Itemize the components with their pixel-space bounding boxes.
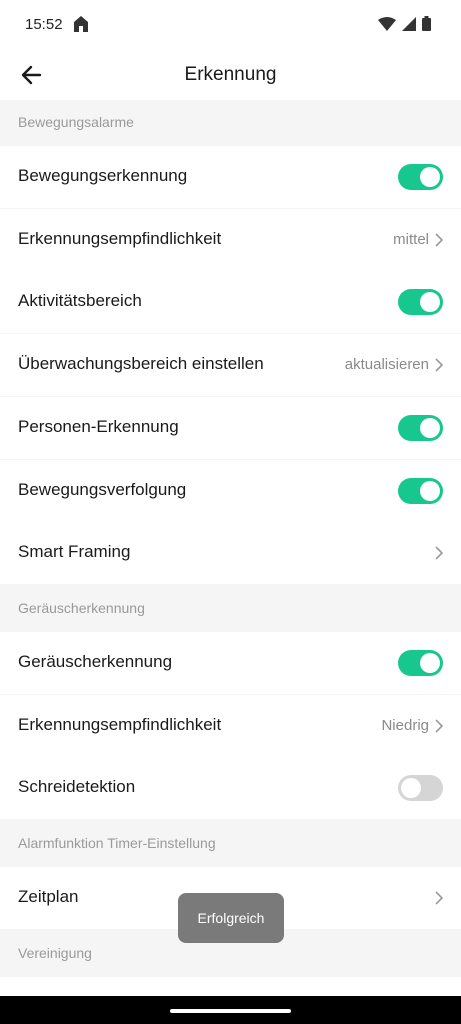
- toggle-switch[interactable]: [398, 164, 443, 190]
- status-icons: [378, 16, 431, 36]
- section-title: Bewegungsalarme: [18, 114, 134, 130]
- row-label: Personen-Erkennung: [18, 417, 179, 436]
- section-title: Alarmfunktion Timer-Einstellung: [18, 835, 216, 851]
- row-aktivitaetsbereich[interactable]: Aktivitätsbereich: [0, 271, 461, 333]
- row-label: Schreidetektion: [18, 777, 136, 796]
- chevron-right-icon: [434, 544, 444, 562]
- row-partial: [0, 977, 461, 996]
- chevron-right-icon: [434, 717, 444, 735]
- battery-icon: [422, 16, 431, 36]
- row-smart-framing[interactable]: Smart Framing: [0, 522, 461, 584]
- toggle-switch[interactable]: [398, 415, 443, 441]
- row-label: Überwachungsbereich einstellen: [18, 354, 264, 373]
- section-title: Geräuscherkennung: [18, 600, 145, 616]
- page-title: Erkennung: [184, 64, 277, 85]
- chevron-right-icon: [434, 889, 444, 907]
- row-label: Erkennungsempfindlichkeit: [18, 715, 222, 734]
- toggle-knob: [420, 167, 440, 187]
- gesture-handle[interactable]: [170, 1009, 291, 1013]
- status-time: 15:52: [25, 16, 63, 33]
- row-schreidetektion[interactable]: Schreidetektion: [0, 757, 461, 819]
- row-ueberwachungsbereich[interactable]: Überwachungsbereich einstellen aktualisi…: [0, 334, 461, 396]
- row-erkennungsempfindlichkeit[interactable]: Erkennungsempfindlichkeit mittel: [0, 209, 461, 271]
- wifi-icon: [378, 16, 396, 36]
- toggle-knob: [420, 292, 440, 312]
- toggle-knob: [420, 418, 440, 438]
- toggle-switch[interactable]: [398, 775, 443, 801]
- row-erkennungsempfindlichkeit-audio[interactable]: Erkennungsempfindlichkeit Niedrig: [0, 695, 461, 757]
- row-geraeuscherkennung[interactable]: Geräuscherkennung: [0, 632, 461, 694]
- toast-message: Erfolgreich: [178, 893, 284, 943]
- chevron-right-icon: [434, 231, 444, 249]
- row-label: Zeitplan: [18, 887, 79, 906]
- row-label: Bewegungsverfolgung: [18, 480, 187, 499]
- row-value: aktualisieren: [344, 356, 429, 373]
- app-bar: Erkennung: [0, 50, 461, 100]
- section-title: Vereinigung: [18, 945, 92, 961]
- row-bewegungsverfolgung[interactable]: Bewegungsverfolgung: [0, 460, 461, 522]
- row-value: mittel: [393, 231, 429, 248]
- section-header-geraeuscherkennung: Geräuscherkennung: [0, 586, 461, 632]
- cellular-signal-icon: [402, 16, 416, 36]
- row-label: Geräuscherkennung: [18, 652, 173, 671]
- row-label: Aktivitätsbereich: [18, 291, 142, 310]
- row-bewegungserkennung[interactable]: Bewegungserkennung: [0, 146, 461, 208]
- row-label: Bewegungserkennung: [18, 166, 188, 185]
- toggle-knob: [401, 778, 421, 798]
- toggle-switch[interactable]: [398, 289, 443, 315]
- toggle-switch[interactable]: [398, 478, 443, 504]
- row-value: Niedrig: [381, 717, 429, 734]
- system-nav-bar: [0, 996, 461, 1024]
- row-personen-erkennung[interactable]: Personen-Erkennung: [0, 397, 461, 459]
- toggle-knob: [420, 481, 440, 501]
- status-bar: 15:52: [0, 0, 461, 50]
- home-icon: [72, 15, 90, 38]
- row-label: Smart Framing: [18, 542, 131, 561]
- toggle-knob: [420, 653, 440, 673]
- section-header-bewegungsalarme: Bewegungsalarme: [0, 100, 461, 146]
- toggle-switch[interactable]: [398, 650, 443, 676]
- section-header-alarmfunktion: Alarmfunktion Timer-Einstellung: [0, 821, 461, 867]
- chevron-right-icon: [434, 356, 444, 374]
- row-label: Erkennungsempfindlichkeit: [18, 229, 222, 248]
